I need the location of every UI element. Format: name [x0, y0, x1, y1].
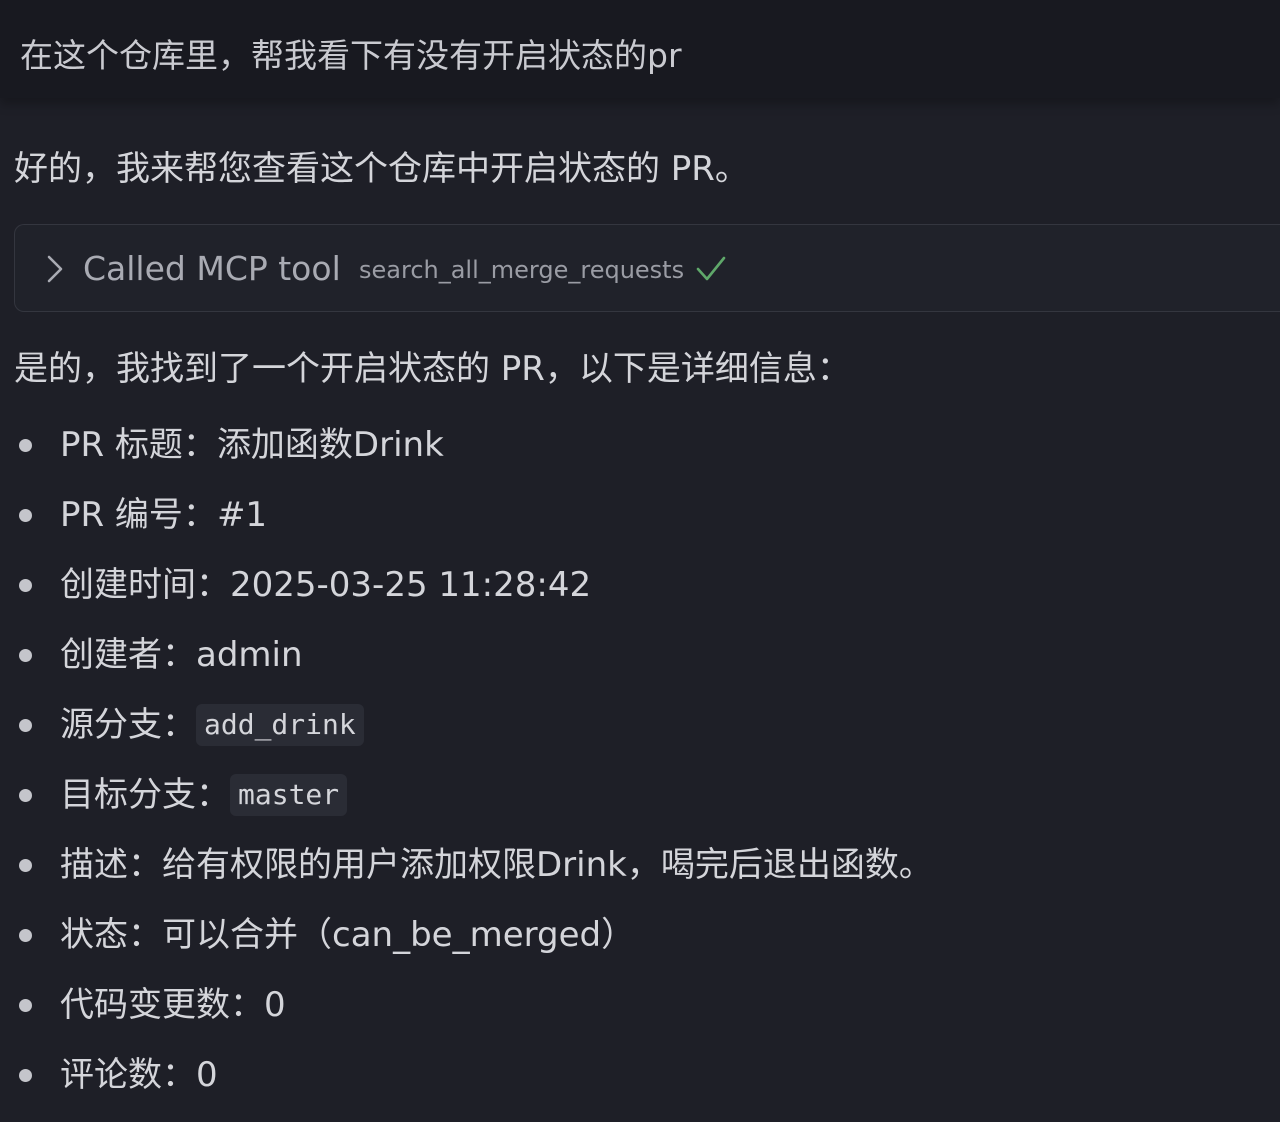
- list-item-text: 代码变更数：0: [60, 970, 286, 1040]
- pr-detail-author: 创建者：admin: [0, 620, 1280, 690]
- pr-detail-source-branch: 源分支： add_drink: [0, 690, 1280, 760]
- detail-label: 评论数：: [60, 1055, 196, 1095]
- check-icon: [696, 256, 726, 281]
- detail-label: PR 编号：: [60, 495, 217, 535]
- bullet-icon: [19, 1069, 32, 1082]
- pr-detail-number: PR 编号：#1: [0, 480, 1280, 550]
- detail-label: PR 标题：: [60, 425, 217, 465]
- list-item-text: 状态：可以合并（can_be_merged）: [60, 900, 635, 970]
- bullet-icon: [19, 859, 32, 872]
- list-item-text: 创建者：admin: [60, 620, 303, 690]
- detail-label: 创建时间：: [60, 565, 230, 605]
- bullet-icon: [19, 439, 32, 452]
- list-item-text: 评论数：0: [60, 1040, 218, 1110]
- user-message-text: 在这个仓库里，帮我看下有没有开启状态的pr: [20, 36, 682, 75]
- bullet-icon: [19, 789, 32, 802]
- detail-value: #1: [216, 495, 268, 535]
- bullet-icon: [19, 999, 32, 1012]
- user-message: 在这个仓库里，帮我看下有没有开启状态的pr: [0, 0, 1280, 98]
- detail-value: 给有权限的用户添加权限Drink，喝完后退出函数。: [162, 845, 933, 885]
- detail-value: admin: [196, 635, 303, 675]
- list-item-text: PR 编号：#1: [60, 480, 267, 550]
- target-branch-code: master: [230, 773, 348, 816]
- detail-label: 目标分支：: [60, 775, 230, 815]
- tool-call-name: search_all_merge_requests: [359, 256, 685, 284]
- list-item-text: PR 标题：添加函数Drink: [60, 410, 444, 480]
- list-item-text: 描述：给有权限的用户添加权限Drink，喝完后退出函数。: [60, 830, 933, 900]
- detail-value: 0: [264, 985, 286, 1025]
- list-item-text: 创建时间：2025-03-25 11:28:42: [60, 550, 591, 620]
- chevron-right-icon[interactable]: [45, 255, 65, 283]
- tool-call-title: Called MCP tool: [83, 249, 341, 288]
- pr-detail-title: PR 标题：添加函数Drink: [0, 410, 1280, 480]
- pr-detail-created-at: 创建时间：2025-03-25 11:28:42: [0, 550, 1280, 620]
- assistant-summary: 是的，我找到了一个开启状态的 PR，以下是详细信息：: [14, 349, 851, 389]
- detail-label: 创建者：: [60, 635, 196, 675]
- detail-label: 状态：: [60, 915, 162, 955]
- chat-view: 在这个仓库里，帮我看下有没有开启状态的pr 好的，我来帮您查看这个仓库中开启状态…: [0, 0, 1280, 1122]
- source-branch-code: add_drink: [196, 703, 364, 746]
- assistant-intro: 好的，我来帮您查看这个仓库中开启状态的 PR。: [14, 149, 749, 189]
- pr-detail-changes: 代码变更数：0: [0, 970, 1280, 1040]
- detail-label: 源分支：: [60, 705, 196, 745]
- pr-detail-status: 状态：可以合并（can_be_merged）: [0, 900, 1280, 970]
- pr-detail-list: PR 标题：添加函数Drink PR 编号：#1 创建时间：2025-03-25…: [0, 410, 1280, 1110]
- detail-value: 0: [196, 1055, 218, 1095]
- tool-call-card[interactable]: Called MCP tool search_all_merge_request…: [14, 224, 1280, 312]
- pr-detail-comments: 评论数：0: [0, 1040, 1280, 1110]
- pr-detail-target-branch: 目标分支： master: [0, 760, 1280, 830]
- detail-value: 添加函数Drink: [216, 425, 444, 465]
- detail-value: 可以合并（can_be_merged）: [162, 915, 636, 955]
- list-item-text: 目标分支： master: [60, 760, 348, 830]
- pr-detail-description: 描述：给有权限的用户添加权限Drink，喝完后退出函数。: [0, 830, 1280, 900]
- bullet-icon: [19, 509, 32, 522]
- detail-value: 2025-03-25 11:28:42: [230, 565, 592, 605]
- detail-label: 描述：: [60, 845, 162, 885]
- bullet-icon: [19, 649, 32, 662]
- bullet-icon: [19, 929, 32, 942]
- bullet-icon: [19, 719, 32, 732]
- bullet-icon: [19, 579, 32, 592]
- detail-label: 代码变更数：: [60, 985, 264, 1025]
- list-item-text: 源分支： add_drink: [60, 690, 364, 760]
